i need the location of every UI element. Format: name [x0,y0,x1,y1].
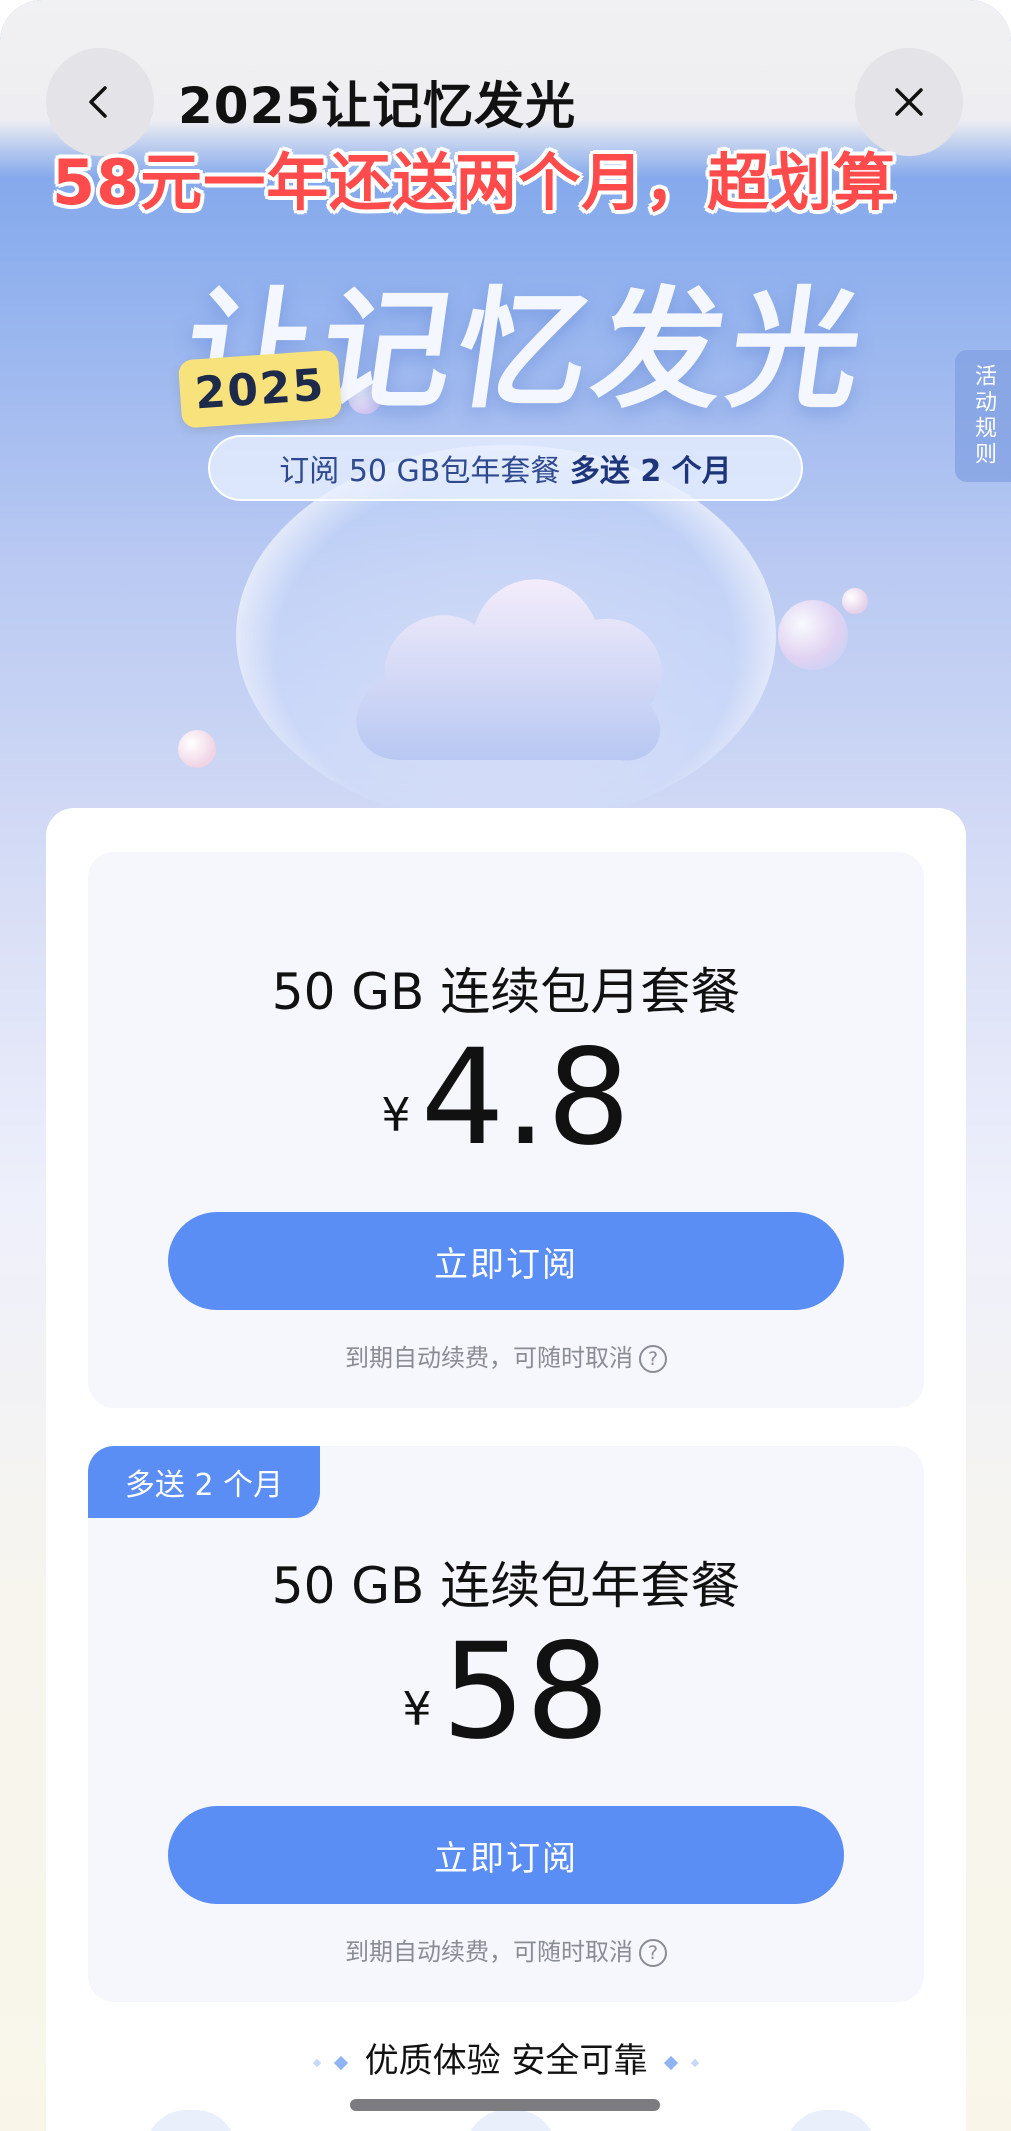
subscribe-yearly-button[interactable]: 立即订阅 [168,1806,844,1904]
feature-icon-peek [146,2110,236,2131]
diamond-icon [333,2055,348,2070]
plan-price: 4.8 [420,1021,631,1175]
plan-monthly: 50 GB 连续包月套餐 ¥ 4.8 立即订阅 到期自动续费，可随时取消? [88,852,924,1408]
help-icon[interactable]: ? [639,1345,667,1373]
plan-name: 50 GB 连续包月套餐 [271,963,741,1021]
hero-subtitle-emphasis: 多送 2 个月 [569,454,732,489]
plans-card: 50 GB 连续包月套餐 ¥ 4.8 立即订阅 到期自动续费，可随时取消? 多送… [46,808,966,2131]
page: 2025让记忆发光 58元一年还送两个月，超划算 让记忆发光 2025 订阅 5… [0,0,1011,2131]
small-bubble [778,600,848,670]
auto-renew-text: 到期自动续费，可随时取消 [345,1938,633,1966]
bonus-tag: 多送 2 个月 [88,1446,320,1518]
year-badge: 2025 [177,349,343,429]
currency-symbol: ¥ [402,1682,432,1736]
close-icon [895,88,923,116]
plan-name: 50 GB 连续包年套餐 [271,1557,741,1615]
feature-icon-peek [466,2110,556,2131]
subscribe-monthly-button[interactable]: 立即订阅 [168,1212,844,1310]
feature-icon-peek [786,2110,876,2131]
plan-yearly: 多送 2 个月 50 GB 连续包年套餐 ¥ 58 立即订阅 到期自动续费，可随… [88,1446,924,2002]
auto-renew-text: 到期自动续费，可随时取消 [345,1344,633,1372]
small-bubble [842,588,868,614]
home-indicator [350,2099,660,2111]
auto-renew-note: 到期自动续费，可随时取消? [88,1338,924,1373]
hero-subtitle: 订阅 50 GB包年套餐 多送 2 个月 [208,435,803,501]
chevron-left-icon [89,86,107,118]
diamond-icon [664,2055,679,2070]
page-title: 2025让记忆发光 [178,77,577,135]
footer-slogan-text: 优质体验 安全可靠 [364,2041,648,2081]
price-row: ¥ 4.8 [88,1032,924,1164]
auto-renew-note: 到期自动续费，可随时取消? [88,1932,924,1967]
activity-rules-tab[interactable]: 活动规则 [955,350,1011,482]
plan-price: 58 [441,1615,610,1769]
small-bubble [178,730,216,768]
cloud-illustration [356,579,662,761]
help-icon[interactable]: ? [639,1939,667,1967]
price-row: ¥ 58 [88,1626,924,1758]
hero-subtitle-text: 订阅 50 GB包年套餐 [279,454,561,489]
diamond-icon [690,2058,700,2067]
diamond-icon [312,2058,322,2067]
promo-overlay-text: 58元一年还送两个月，超划算 [52,146,897,219]
currency-symbol: ¥ [381,1088,411,1142]
footer-slogan: 优质体验 安全可靠 [46,2033,966,2082]
